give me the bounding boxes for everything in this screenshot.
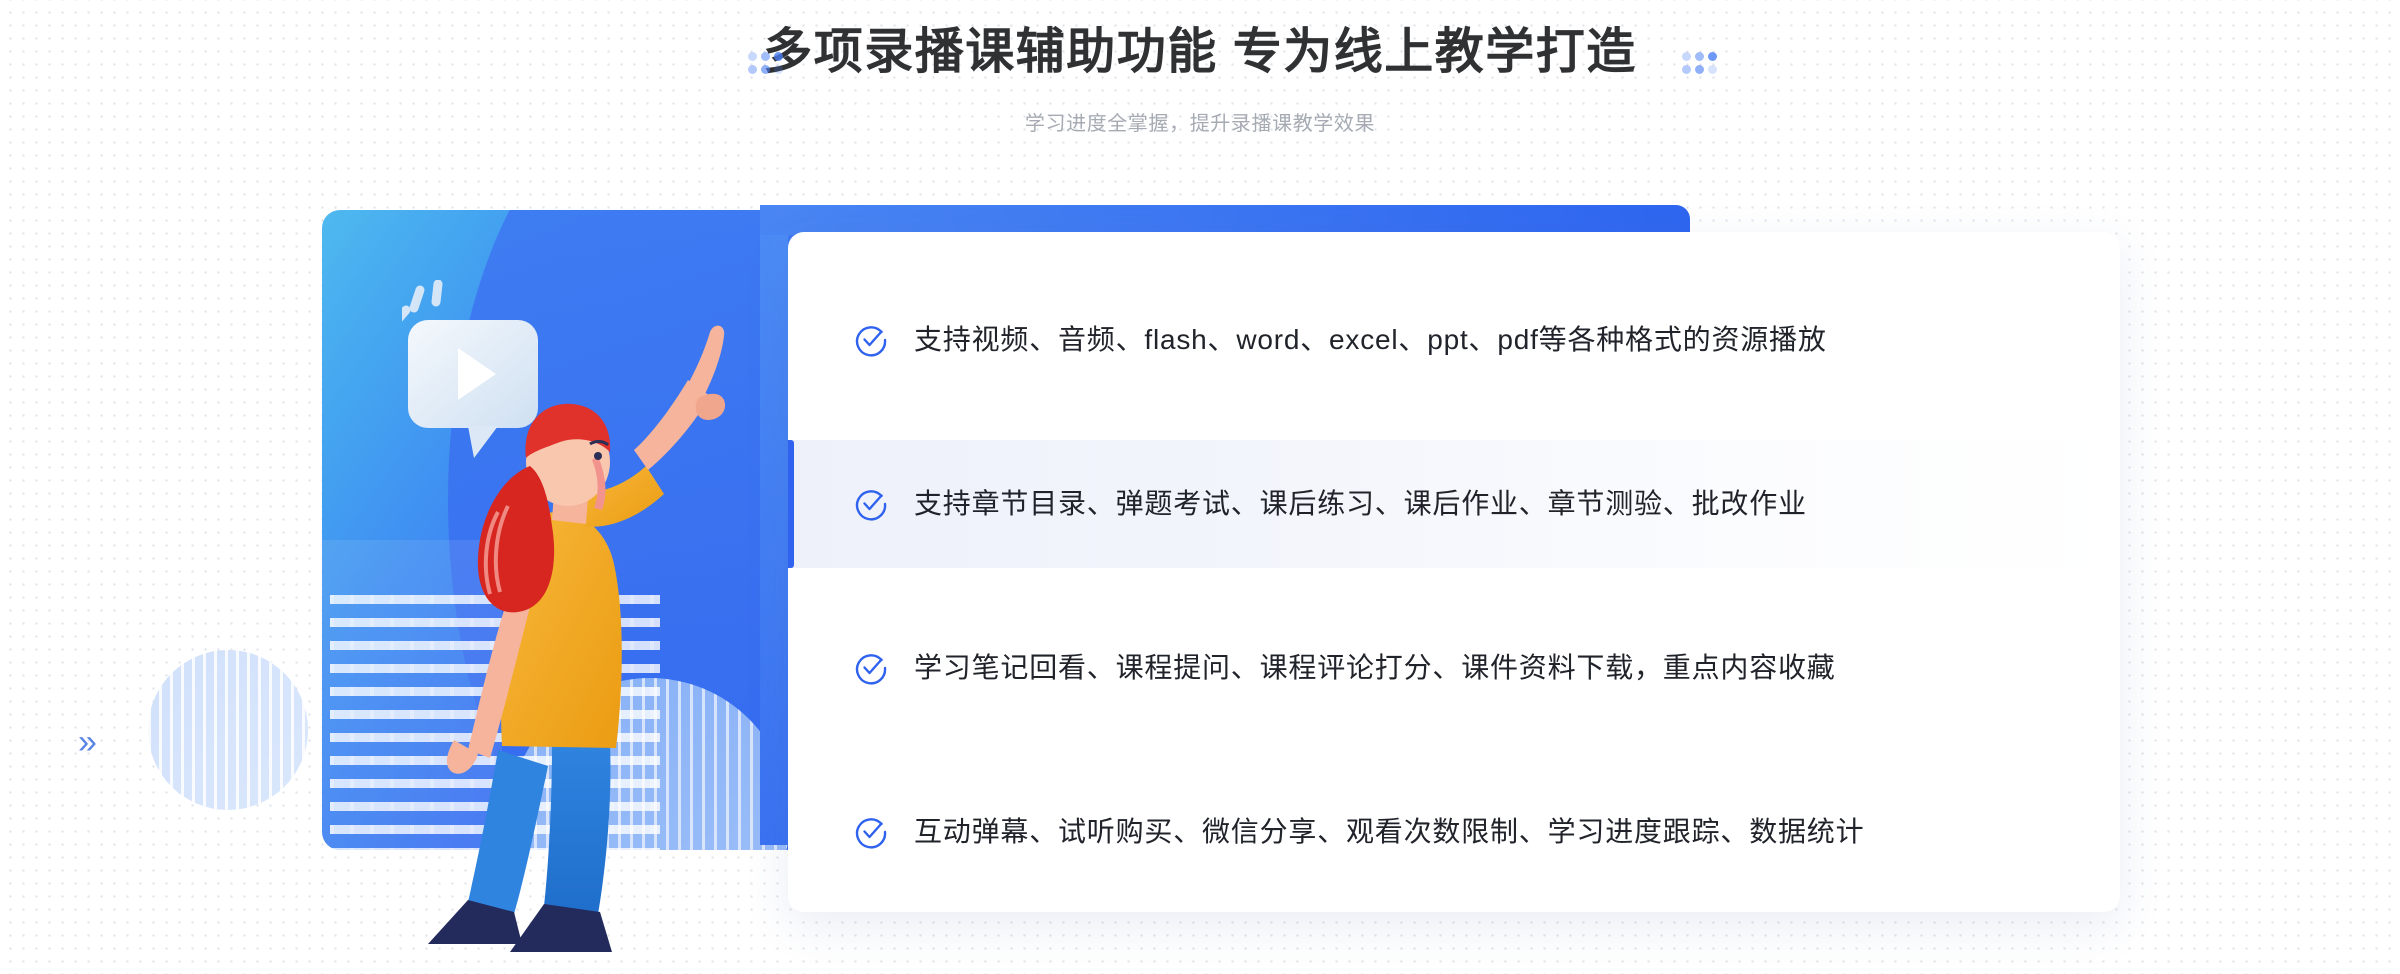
double-chevron-right-icon: » bbox=[78, 723, 97, 761]
dot-grid-decoration-left bbox=[748, 52, 787, 78]
dot-grid-decoration-right bbox=[1682, 52, 1721, 78]
dot bbox=[761, 65, 770, 74]
header: 多项录播课辅助功能 专为线上教学打造 学习进度全掌握，提升录播课教学效果 bbox=[0, 0, 2400, 150]
features-card: 支持视频、音频、flash、word、excel、ppt、pdf等各种格式的资源… bbox=[788, 232, 2120, 912]
front-shoe bbox=[510, 904, 612, 952]
dot bbox=[1695, 52, 1704, 61]
dot bbox=[1695, 65, 1704, 74]
feature-label: 学习笔记回看、课程提问、课程评论打分、课件资料下载，重点内容收藏 bbox=[914, 652, 1836, 683]
circle-check-icon bbox=[855, 326, 887, 357]
dot bbox=[1708, 65, 1717, 74]
feature-row[interactable]: 学习笔记回看、课程提问、课程评论打分、课件资料下载，重点内容收藏 bbox=[788, 604, 2120, 732]
promo-banner: 多项录播课辅助功能 专为线上教学打造 学习进度全掌握，提升录播课教学效果 » « bbox=[0, 0, 2400, 974]
dot bbox=[774, 65, 783, 74]
card-accent-bar-top bbox=[760, 205, 1690, 235]
circle-check-icon bbox=[855, 818, 887, 849]
feature-row[interactable]: 支持章节目录、弹题考试、课后练习、课后作业、章节测验、批改作业 bbox=[788, 440, 2120, 568]
dot bbox=[1708, 52, 1717, 61]
dot bbox=[761, 52, 770, 61]
dot bbox=[774, 52, 783, 61]
feature-label: 支持视频、音频、flash、word、excel、ppt、pdf等各种格式的资源… bbox=[914, 324, 1827, 355]
feature-label: 互动弹幕、试听购买、微信分享、观看次数限制、学习进度跟踪、数据统计 bbox=[914, 816, 1865, 847]
feature-row[interactable]: 互动弹幕、试听购买、微信分享、观看次数限制、学习进度跟踪、数据统计 bbox=[788, 768, 2120, 896]
dot bbox=[748, 52, 757, 61]
illustration-panel: « bbox=[322, 210, 808, 850]
back-shoe bbox=[428, 900, 522, 944]
page-subtitle: 学习进度全掌握，提升录播课教学效果 bbox=[1024, 113, 1376, 135]
page-title: 多项录播课辅助功能 专为线上教学打造 bbox=[763, 25, 1637, 79]
dot bbox=[1682, 65, 1691, 74]
feature-label: 支持章节目录、弹题考试、课后练习、课后作业、章节测验、批改作业 bbox=[914, 488, 1807, 519]
circle-check-icon bbox=[855, 490, 887, 521]
dot bbox=[748, 65, 757, 74]
dot bbox=[1682, 52, 1691, 61]
feature-row[interactable]: 支持视频、音频、flash、word、excel、ppt、pdf等各种格式的资源… bbox=[788, 276, 2120, 404]
striped-circle-decoration bbox=[148, 650, 308, 810]
panel-dot-texture bbox=[330, 595, 660, 850]
card-accent-bar-left bbox=[760, 205, 788, 845]
circle-check-icon bbox=[855, 654, 887, 685]
